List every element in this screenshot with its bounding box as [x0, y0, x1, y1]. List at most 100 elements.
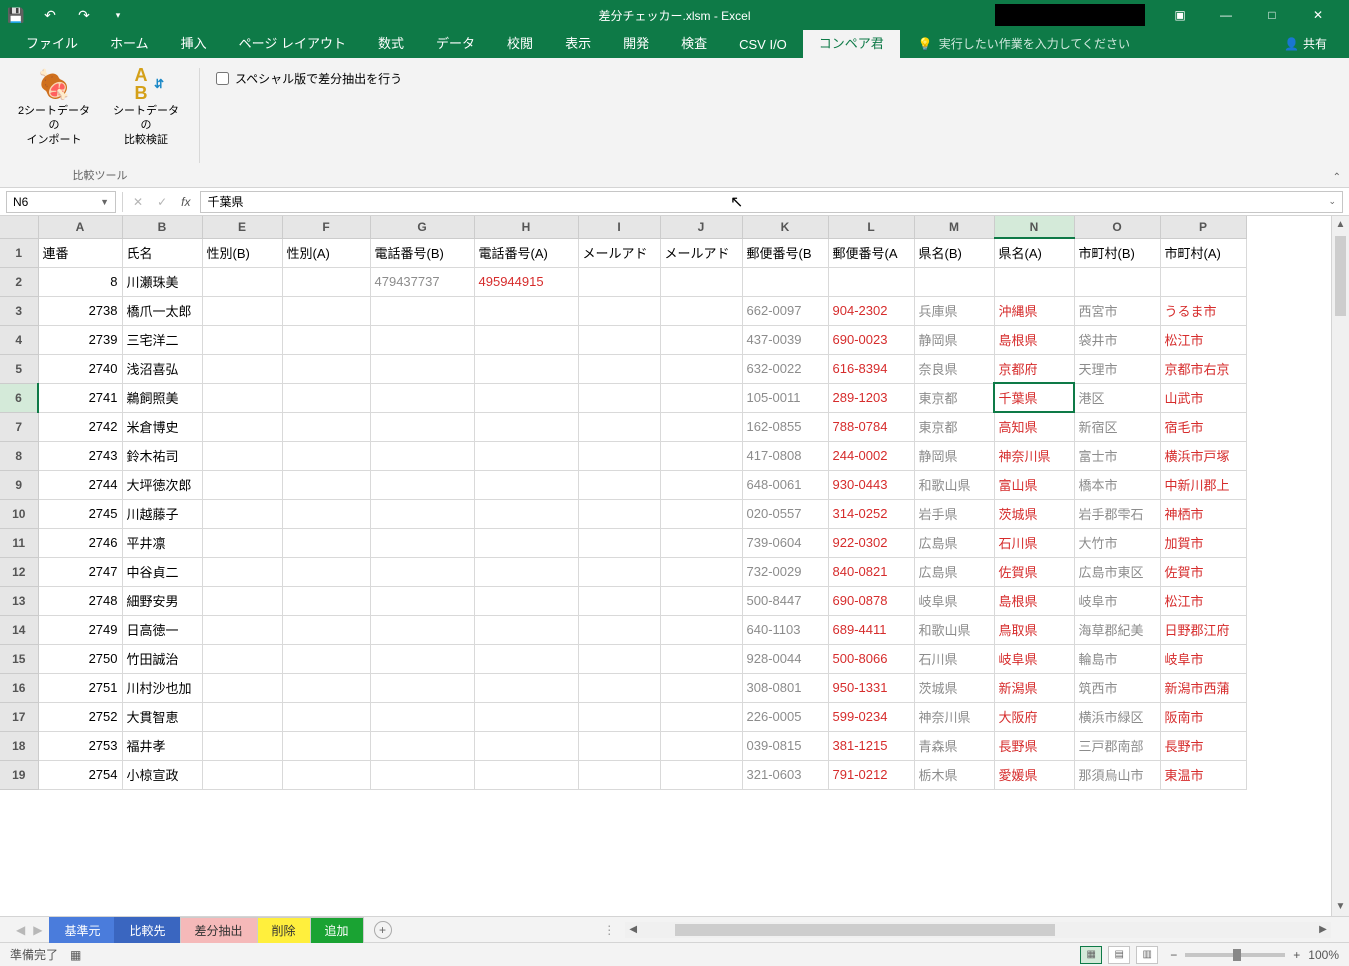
- spreadsheet-grid[interactable]: ABEFGHIJKLMNOP1連番氏名性別(B)性別(A)電話番号(B)電話番号…: [0, 216, 1247, 790]
- cell[interactable]: [202, 354, 282, 383]
- cell[interactable]: [282, 760, 370, 789]
- cell[interactable]: 川瀬珠美: [122, 267, 202, 296]
- cell[interactable]: 島根県: [994, 586, 1074, 615]
- cell[interactable]: 2753: [38, 731, 122, 760]
- cell[interactable]: うるま市: [1160, 296, 1246, 325]
- cell[interactable]: [282, 354, 370, 383]
- name-box[interactable]: N6 ▼: [6, 191, 116, 213]
- cell[interactable]: [828, 267, 914, 296]
- cell[interactable]: [202, 760, 282, 789]
- cell[interactable]: [282, 296, 370, 325]
- cell[interactable]: 中新川郡上: [1160, 470, 1246, 499]
- expand-formula-icon[interactable]: ⌄: [1328, 196, 1336, 207]
- chevron-down-icon[interactable]: ▼: [100, 197, 109, 207]
- cell[interactable]: 732-0029: [742, 557, 828, 586]
- cell[interactable]: 2740: [38, 354, 122, 383]
- cell[interactable]: [660, 644, 742, 673]
- cell[interactable]: [282, 470, 370, 499]
- cell[interactable]: 2738: [38, 296, 122, 325]
- cell[interactable]: [282, 412, 370, 441]
- cell[interactable]: 川村沙也加: [122, 673, 202, 702]
- tab-split-icon[interactable]: ⋮: [603, 923, 615, 937]
- cell[interactable]: [370, 586, 474, 615]
- cell[interactable]: 千葉県: [994, 383, 1074, 412]
- cell[interactable]: [914, 267, 994, 296]
- cell[interactable]: [202, 383, 282, 412]
- col-header-K[interactable]: K: [742, 216, 828, 238]
- cell[interactable]: [202, 412, 282, 441]
- col-header-N[interactable]: N: [994, 216, 1074, 238]
- cell[interactable]: 茨城県: [994, 499, 1074, 528]
- cell[interactable]: [370, 499, 474, 528]
- cell[interactable]: [474, 702, 578, 731]
- cell[interactable]: 039-0815: [742, 731, 828, 760]
- cell[interactable]: 西宮市: [1074, 296, 1160, 325]
- cell[interactable]: 2752: [38, 702, 122, 731]
- cell[interactable]: 沖縄県: [994, 296, 1074, 325]
- cell[interactable]: 県名(A): [994, 238, 1074, 267]
- cell[interactable]: 茨城県: [914, 673, 994, 702]
- scroll-left-icon[interactable]: ◀: [625, 924, 641, 935]
- sheet-tab-追加[interactable]: 追加: [310, 917, 364, 943]
- cell[interactable]: 連番: [38, 238, 122, 267]
- cell[interactable]: [474, 470, 578, 499]
- cell[interactable]: [202, 296, 282, 325]
- cell[interactable]: 竹田誠治: [122, 644, 202, 673]
- tab-ファイル[interactable]: ファイル: [10, 27, 94, 58]
- cell[interactable]: 437-0039: [742, 325, 828, 354]
- cell[interactable]: 加賀市: [1160, 528, 1246, 557]
- cell[interactable]: [202, 586, 282, 615]
- cell[interactable]: 岐阜市: [1160, 644, 1246, 673]
- cell[interactable]: 広島県: [914, 557, 994, 586]
- cell[interactable]: 宿毛市: [1160, 412, 1246, 441]
- cell[interactable]: [202, 673, 282, 702]
- cell[interactable]: [202, 267, 282, 296]
- tab-CSV I/O[interactable]: CSV I/O: [723, 31, 803, 58]
- tab-検査[interactable]: 検査: [665, 27, 723, 58]
- cell[interactable]: 2747: [38, 557, 122, 586]
- cell[interactable]: 岐阜市: [1074, 586, 1160, 615]
- collapse-ribbon-icon[interactable]: ⌃: [1333, 172, 1341, 183]
- cell[interactable]: [474, 354, 578, 383]
- formula-bar[interactable]: 千葉県 ⌄: [200, 191, 1343, 213]
- cell[interactable]: 長野市: [1160, 731, 1246, 760]
- row-header-14[interactable]: 14: [0, 615, 38, 644]
- cell[interactable]: 山武市: [1160, 383, 1246, 412]
- cell[interactable]: 大竹市: [1074, 528, 1160, 557]
- cell[interactable]: [474, 586, 578, 615]
- cell[interactable]: [474, 528, 578, 557]
- cell[interactable]: [474, 760, 578, 789]
- cell[interactable]: 930-0443: [828, 470, 914, 499]
- tab-表示[interactable]: 表示: [549, 27, 607, 58]
- cell[interactable]: [474, 325, 578, 354]
- cell[interactable]: [578, 383, 660, 412]
- cell[interactable]: [282, 383, 370, 412]
- cell[interactable]: 640-1103: [742, 615, 828, 644]
- cell[interactable]: 381-1215: [828, 731, 914, 760]
- cell[interactable]: 青森県: [914, 731, 994, 760]
- cell[interactable]: 和歌山県: [914, 615, 994, 644]
- cell[interactable]: 中谷貞二: [122, 557, 202, 586]
- tab-数式[interactable]: 数式: [362, 27, 420, 58]
- row-header-5[interactable]: 5: [0, 354, 38, 383]
- cell[interactable]: 島根県: [994, 325, 1074, 354]
- cell[interactable]: [660, 673, 742, 702]
- cell[interactable]: 8: [38, 267, 122, 296]
- close-icon[interactable]: ✕: [1295, 0, 1341, 30]
- cell[interactable]: 308-0801: [742, 673, 828, 702]
- cell[interactable]: 橋本市: [1074, 470, 1160, 499]
- col-header-G[interactable]: G: [370, 216, 474, 238]
- cell[interactable]: 三戸郡南部: [1074, 731, 1160, 760]
- cell[interactable]: [202, 731, 282, 760]
- cell[interactable]: [202, 557, 282, 586]
- cell[interactable]: 495944915: [474, 267, 578, 296]
- scroll-up-icon[interactable]: ▲: [1332, 216, 1349, 234]
- vertical-scrollbar[interactable]: ▲ ▼: [1331, 216, 1349, 916]
- cell[interactable]: 417-0808: [742, 441, 828, 470]
- cell[interactable]: 京都府: [994, 354, 1074, 383]
- cell[interactable]: [578, 441, 660, 470]
- tab-ページ レイアウト[interactable]: ページ レイアウト: [223, 27, 362, 58]
- sheet-tab-比較先[interactable]: 比較先: [114, 917, 180, 943]
- cell[interactable]: 648-0061: [742, 470, 828, 499]
- cell[interactable]: [660, 383, 742, 412]
